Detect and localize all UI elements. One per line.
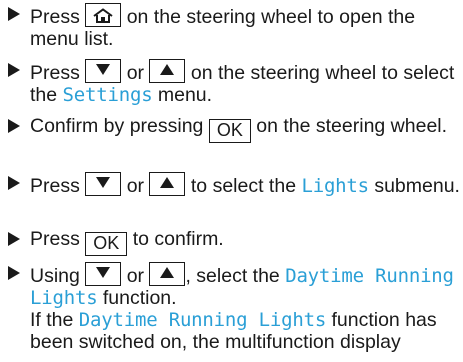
step-select-daytime-lights: Using or , select the Daytime Running Li…: [8, 262, 460, 353]
ok-key: OK: [208, 119, 251, 143]
up-arrow-icon: [160, 267, 175, 278]
down-key: [85, 262, 122, 286]
bullet-arrow-icon: [8, 119, 20, 133]
lights-submenu-label: Lights: [301, 175, 369, 197]
step-confirm-ok: Confirm by pressing OK on the steering w…: [8, 115, 460, 143]
down-key: [85, 172, 122, 196]
up-key: [149, 172, 186, 196]
ok-key: OK: [85, 232, 128, 256]
instruction-page: Press on the steering wheel to open the …: [0, 0, 463, 362]
settings-menu-label: Settings: [62, 84, 153, 106]
down-arrow-icon: [96, 64, 111, 75]
daytime-running-lights-label: Daytime Running Lights: [78, 309, 327, 331]
bullet-arrow-icon: [8, 7, 20, 21]
step-press-ok: Press OK to confirm.: [8, 228, 460, 256]
down-key: [85, 59, 122, 83]
step-open-menu: Press on the steering wheel to open the …: [8, 3, 460, 50]
down-arrow-icon: [96, 177, 111, 188]
home-icon: [93, 8, 113, 23]
bullet-arrow-icon: [8, 266, 20, 280]
home-key: [85, 3, 122, 27]
bullet-arrow-icon: [8, 176, 20, 190]
bullet-arrow-icon: [8, 63, 20, 77]
up-arrow-icon: [160, 177, 175, 188]
up-key: [149, 59, 186, 83]
up-key: [149, 262, 186, 286]
down-arrow-icon: [96, 267, 111, 278]
step-select-lights: Press or to select the Lights submenu.: [8, 172, 460, 197]
bullet-arrow-icon: [8, 232, 20, 246]
step-select-settings: Press or on the steering wheel to select…: [8, 59, 460, 106]
up-arrow-icon: [160, 64, 175, 75]
